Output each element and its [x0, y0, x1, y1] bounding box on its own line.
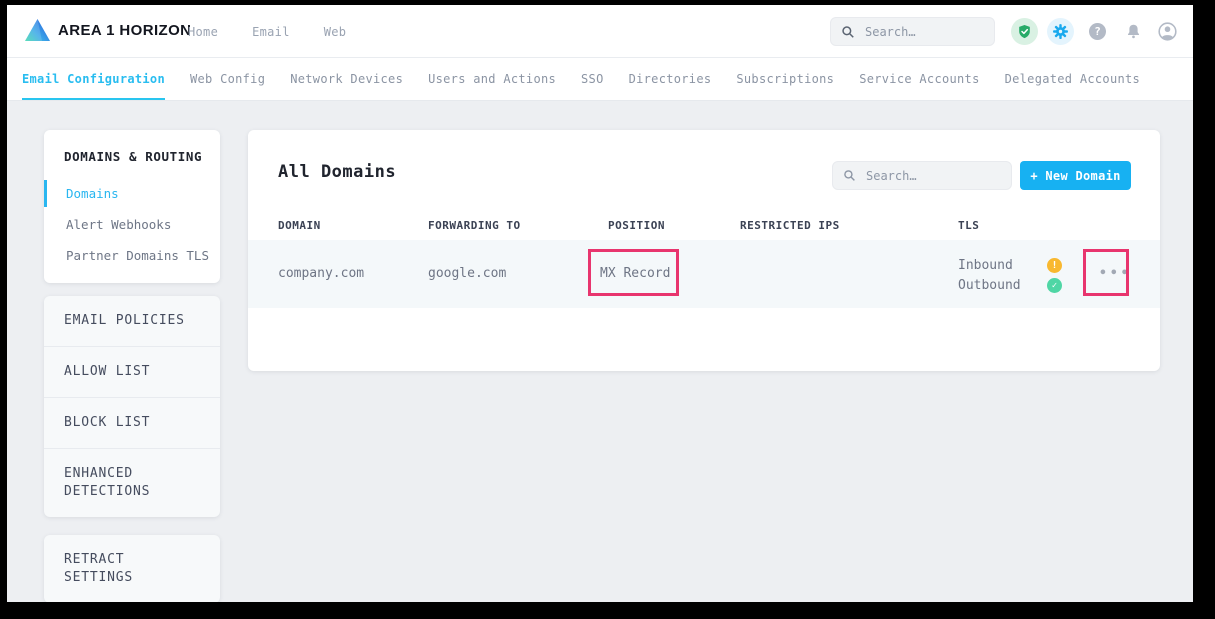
- global-search-input[interactable]: [863, 24, 967, 40]
- all-domains-panel: All Domains + New Domain DOMAIN FORWARDI…: [248, 130, 1160, 371]
- col-header-forwarding-to: FORWARDING TO: [428, 219, 521, 232]
- top-nav-home[interactable]: Home: [188, 25, 218, 39]
- sidebar-heading-domains-routing: DOMAINS & ROUTING: [44, 145, 220, 178]
- sidebar-section-allow-list[interactable]: ALLOW LIST: [44, 347, 220, 398]
- new-domain-button[interactable]: + New Domain: [1020, 161, 1131, 190]
- panel-title: All Domains: [278, 162, 396, 182]
- search-icon: [843, 169, 856, 182]
- security-status-button[interactable]: [1011, 18, 1038, 45]
- notifications-button[interactable]: [1120, 18, 1147, 45]
- sidebar-retract-card: RETRACT SETTINGS: [44, 535, 220, 602]
- tab-delegated-accounts[interactable]: Delegated Accounts: [1005, 58, 1140, 100]
- shield-check-icon: [1017, 24, 1032, 39]
- tab-users-and-actions[interactable]: Users and Actions: [428, 58, 556, 100]
- tab-email-configuration[interactable]: Email Configuration: [22, 58, 165, 100]
- brand-name: AREA 1 HORIZON: [58, 22, 191, 39]
- col-header-restricted-ips: RESTRICTED IPS: [740, 219, 840, 232]
- top-nav-web[interactable]: Web: [324, 25, 347, 39]
- account-icon: [1157, 21, 1178, 42]
- app-window: AREA 1 HORIZON Home Email Web: [7, 5, 1193, 602]
- search-icon: [841, 25, 855, 39]
- global-search[interactable]: [830, 17, 995, 46]
- cell-domain: company.com: [278, 266, 364, 281]
- gear-icon: [1052, 23, 1069, 40]
- top-nav-email[interactable]: Email: [252, 25, 290, 39]
- col-header-position: POSITION: [608, 219, 665, 232]
- top-bar: AREA 1 HORIZON Home Email Web: [7, 5, 1193, 58]
- cell-position: MX Record: [600, 266, 670, 281]
- sidebar-section-email-policies[interactable]: EMAIL POLICIES: [44, 296, 220, 347]
- help-button[interactable]: ?: [1084, 18, 1111, 45]
- sidebar-item-partner-domains-tls[interactable]: Partner Domains TLS: [44, 240, 220, 271]
- sidebar-item-alert-webhooks[interactable]: Alert Webhooks: [44, 209, 220, 240]
- settings-button[interactable]: [1047, 18, 1074, 45]
- tab-subscriptions[interactable]: Subscriptions: [736, 58, 834, 100]
- sidebar-domains-routing-card: DOMAINS & ROUTING Domains Alert Webhooks…: [44, 130, 220, 283]
- domains-search[interactable]: [832, 161, 1012, 190]
- domains-table-header: DOMAIN FORWARDING TO POSITION RESTRICTED…: [248, 210, 1160, 240]
- sidebar-item-domains[interactable]: Domains: [44, 178, 220, 209]
- cell-tls-outbound-label: Outbound: [958, 278, 1021, 293]
- cell-tls-inbound-label: Inbound: [958, 258, 1013, 273]
- account-button[interactable]: [1154, 18, 1181, 45]
- row-actions-ellipsis-button[interactable]: •••: [1093, 265, 1137, 282]
- config-tab-bar: Email Configuration Web Config Network D…: [7, 58, 1193, 101]
- domain-table-row[interactable]: company.com google.com MX Record Inbound…: [248, 240, 1160, 308]
- area1-triangle-icon: [24, 18, 51, 42]
- brand-logo[interactable]: AREA 1 HORIZON: [24, 18, 191, 42]
- domains-search-input[interactable]: [864, 168, 988, 184]
- sidebar-sections-card: EMAIL POLICIES ALLOW LIST BLOCK LIST ENH…: [44, 296, 220, 517]
- bell-icon: [1125, 23, 1142, 40]
- tab-web-config[interactable]: Web Config: [190, 58, 265, 100]
- sidebar-section-block-list[interactable]: BLOCK LIST: [44, 398, 220, 449]
- tab-network-devices[interactable]: Network Devices: [290, 58, 403, 100]
- col-header-domain: DOMAIN: [278, 219, 321, 232]
- col-header-tls: TLS: [958, 219, 979, 232]
- tls-outbound-check-icon: ✓: [1047, 278, 1062, 293]
- cell-forwarding-to: google.com: [428, 266, 506, 281]
- help-icon: ?: [1089, 23, 1106, 40]
- sidebar-section-enhanced-detections[interactable]: ENHANCED DETECTIONS: [44, 449, 192, 517]
- tls-inbound-warning-icon: !: [1047, 258, 1062, 273]
- sidebar-section-retract-settings[interactable]: RETRACT SETTINGS: [44, 535, 220, 602]
- tab-sso[interactable]: SSO: [581, 58, 604, 100]
- tab-directories[interactable]: Directories: [629, 58, 712, 100]
- top-nav: Home Email Web: [188, 5, 346, 58]
- tab-service-accounts[interactable]: Service Accounts: [859, 58, 979, 100]
